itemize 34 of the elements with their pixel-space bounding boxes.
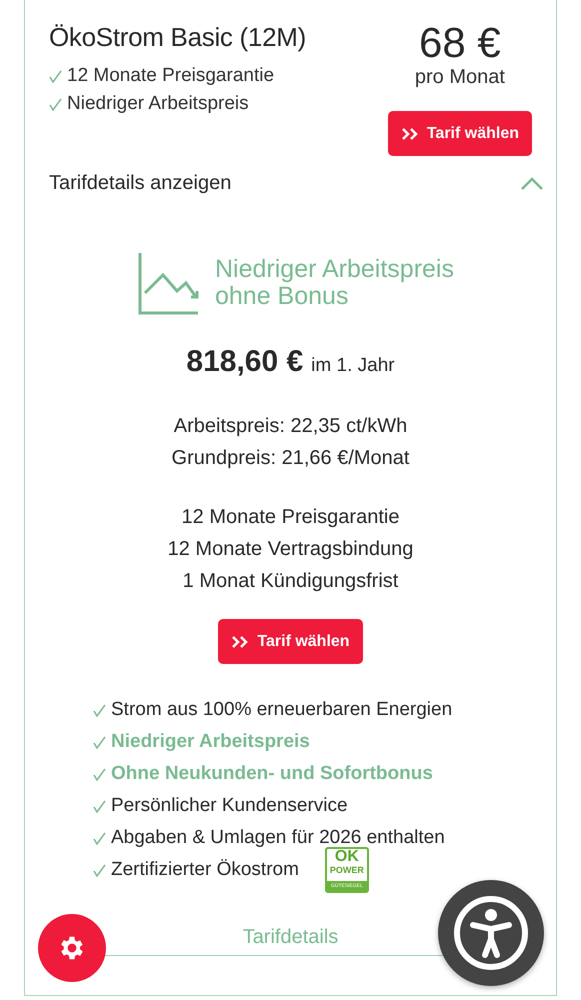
feature-item: Abgaben & Umlagen für 2026 enthalten [111,827,445,849]
contract-term: 12 Monate Vertragsbindung [168,538,414,561]
feature-item: Ohne Neukunden- und Sofortbonus [111,763,433,785]
chevron-up-icon [520,176,544,190]
tariff-name: ÖkoStrom Basic (12M) [49,22,306,53]
check-icon [93,736,106,748]
contract-term: 1 Monat Kündigungsfrist [182,570,398,593]
check-icon [93,832,106,844]
check-icon [93,864,106,876]
check-icon [93,704,106,716]
check-icon [93,800,106,812]
monthly-price: 68 € [419,22,501,64]
offer-heading: Niedriger Arbeitspreis ohne Bonus [215,256,454,310]
price-detail: Arbeitspreis: 22,35 ct/kWh [174,415,408,438]
select-tariff-button[interactable]: Tarif wählen [388,111,532,156]
details-toggle[interactable]: Tarifdetails anzeigen [49,172,544,195]
feature-item: Niedriger Arbeitspreis [111,731,310,753]
annual-cost: 818,60 € im 1. Jahr [186,345,395,379]
select-tariff-button[interactable]: Tarif wählen [218,619,363,664]
accessibility-button[interactable] [438,880,544,986]
price-unit: pro Monat [414,66,505,89]
feature-item: Zertifizierter Ökostrom [111,859,299,881]
falling-chart-icon [137,251,201,315]
feature-item: Strom aus 100% erneuerbaren Energien [111,699,452,721]
price-detail: Grundpreis: 21,66 €/Monat [172,447,410,470]
check-icon [93,768,106,780]
feature-item: Persönlicher Kundenservice [111,795,348,817]
details-tab[interactable]: Tarifdetails [242,926,338,949]
contract-term: 12 Monate Preisgarantie [182,506,400,529]
check-icon [49,98,62,110]
accessibility-icon [451,893,531,973]
tariff-highlight: 12 Monate Preisgarantie [67,65,274,87]
check-icon [49,70,62,82]
tariff-highlight: Niedriger Arbeitspreis [67,93,249,115]
